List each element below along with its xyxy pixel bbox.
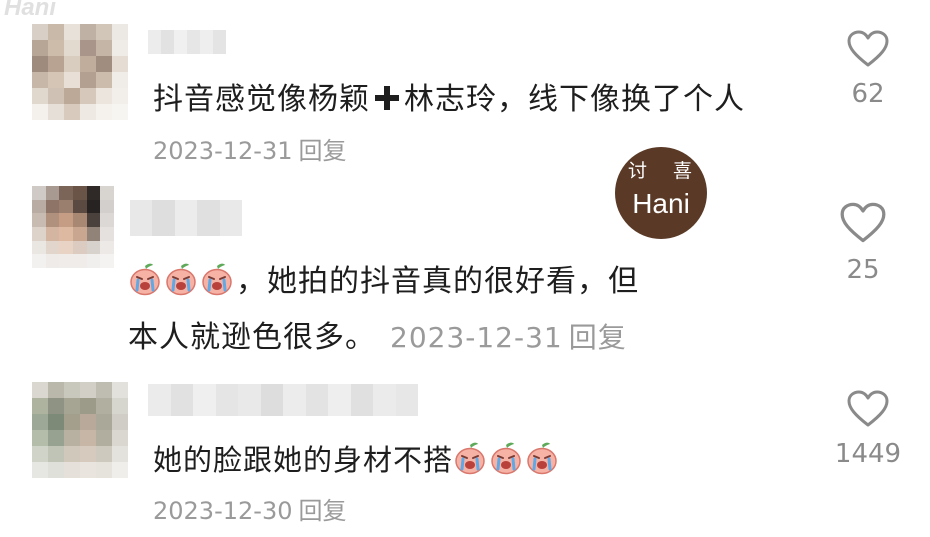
reply-button[interactable]: 回复 <box>569 321 627 354</box>
like-button[interactable]: 1449 <box>823 390 913 470</box>
comment-text: 本人就逊色很多。 2023-12-31 回复 <box>128 318 627 358</box>
crying-peach-emoji-icon <box>202 263 232 296</box>
comment-text-line-1: ，她拍的抖音真的很好看，但 <box>236 264 639 299</box>
emoji-group <box>453 442 561 477</box>
comment-date: 2023-12-31 <box>390 321 563 354</box>
comment-date: 2023-12-31 <box>153 137 293 165</box>
comment-text-line-2: 本人就逊色很多。 <box>128 320 376 355</box>
like-count: 1449 <box>834 439 902 469</box>
crying-peach-emoji-icon <box>130 263 160 296</box>
heart-outline-icon <box>847 390 889 427</box>
comment-date: 2023-12-30 <box>153 497 293 525</box>
comment-text: 她的脸跟她的身材不搭 <box>153 440 561 480</box>
like-button[interactable]: 62 <box>823 30 913 110</box>
watermark-badge: 讨 喜 Hani <box>615 147 707 239</box>
avatar[interactable] <box>32 24 128 120</box>
crying-peach-emoji-icon <box>491 442 521 475</box>
comment-text-body: 她的脸跟她的身材不搭 <box>153 443 454 477</box>
crying-peach-emoji-icon <box>527 442 557 475</box>
comment-text: 抖音感觉像杨颖 林志玲，线下像换了个人 <box>153 80 745 120</box>
comment-meta: 2023-12-31 回复 <box>153 136 346 166</box>
badge-bottom-text: Hani <box>632 188 690 219</box>
like-count: 25 <box>846 255 880 285</box>
avatar[interactable] <box>32 382 128 478</box>
like-count: 62 <box>851 79 885 109</box>
emoji-group <box>128 263 236 299</box>
avatar[interactable] <box>32 186 114 268</box>
badge-top-text: 讨 喜 <box>627 160 703 182</box>
crying-peach-emoji-icon <box>166 263 196 296</box>
comment-text-part: 林志玲，线下像换了个人 <box>404 82 745 117</box>
comment-meta: 2023-12-31 回复 <box>390 321 627 354</box>
heart-outline-icon <box>840 202 886 243</box>
username-blurred[interactable] <box>130 200 243 236</box>
like-button[interactable]: 25 <box>818 202 908 286</box>
reply-button[interactable]: 回复 <box>298 137 346 165</box>
heavy-plus-icon <box>374 82 400 110</box>
heart-outline-icon <box>847 30 889 67</box>
comment-text-part: 抖音感觉像杨颖 <box>153 82 370 117</box>
username-blurred[interactable] <box>148 384 418 416</box>
comment-text: ，她拍的抖音真的很好看，但 <box>128 262 639 302</box>
username-blurred[interactable] <box>148 30 226 54</box>
comment-meta: 2023-12-30 回复 <box>153 496 346 526</box>
reply-button[interactable]: 回复 <box>298 497 346 525</box>
corner-watermark: Hani <box>4 0 57 21</box>
crying-peach-emoji-icon <box>455 442 485 475</box>
